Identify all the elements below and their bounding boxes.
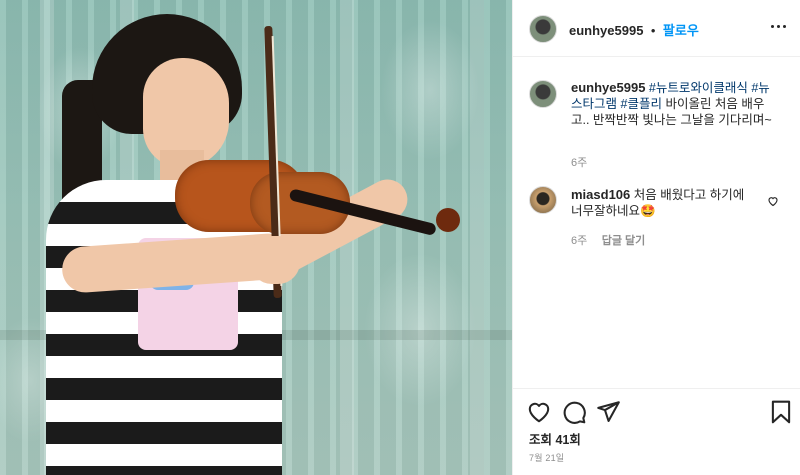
comment: miasd106 처음 배웠다고 하기에 너무잘하네요🤩 (571, 187, 751, 219)
violin-scroll (436, 208, 460, 232)
small-heart-icon[interactable] (767, 194, 779, 207)
post-date[interactable]: 7월 21일 (529, 451, 564, 464)
caption-timestamp[interactable]: 6주 (571, 154, 587, 170)
bookmark-icon[interactable] (768, 399, 794, 425)
post-header: eunhye5995 • 팔로우 (513, 0, 800, 57)
hashtag-link[interactable]: #클플리 (621, 97, 662, 111)
separator-dot: • (650, 23, 656, 38)
view-count[interactable]: 조회 41회 (529, 429, 581, 448)
girl-hand (250, 236, 300, 284)
post-media[interactable] (0, 0, 512, 475)
caption-author-avatar[interactable] (529, 80, 557, 108)
curtain-fold (470, 0, 484, 475)
comment-bubble-icon[interactable] (561, 399, 587, 425)
author-username[interactable]: eunhye5995 (569, 23, 643, 38)
more-options-icon[interactable] (771, 16, 787, 36)
caption: eunhye5995 #뉴트로와이클래식 #뉴스타그램 #클플리 바이올린 처음… (571, 80, 777, 128)
header-text: eunhye5995 • 팔로우 (569, 20, 699, 40)
commenter-username[interactable]: miasd106 (571, 187, 630, 202)
post-actions: 조회 41회 7월 21일 (513, 388, 800, 475)
comment-timestamp[interactable]: 6주 (571, 235, 587, 247)
paper-plane-icon[interactable] (595, 399, 621, 425)
follow-button[interactable]: 팔로우 (663, 23, 699, 38)
author-avatar[interactable] (529, 15, 557, 43)
reply-button[interactable]: 답글 달기 (602, 235, 646, 247)
comment-meta: 6주 답글 달기 (571, 231, 645, 249)
caption-author-username[interactable]: eunhye5995 (571, 80, 645, 95)
commenter-avatar[interactable] (529, 186, 557, 214)
post-side-panel: eunhye5995 • 팔로우 eunhye5995 #뉴트로와이클래식 #뉴… (512, 0, 800, 475)
hashtag-link[interactable]: #뉴트로와이클래식 (649, 81, 748, 95)
heart-icon[interactable] (526, 399, 552, 425)
